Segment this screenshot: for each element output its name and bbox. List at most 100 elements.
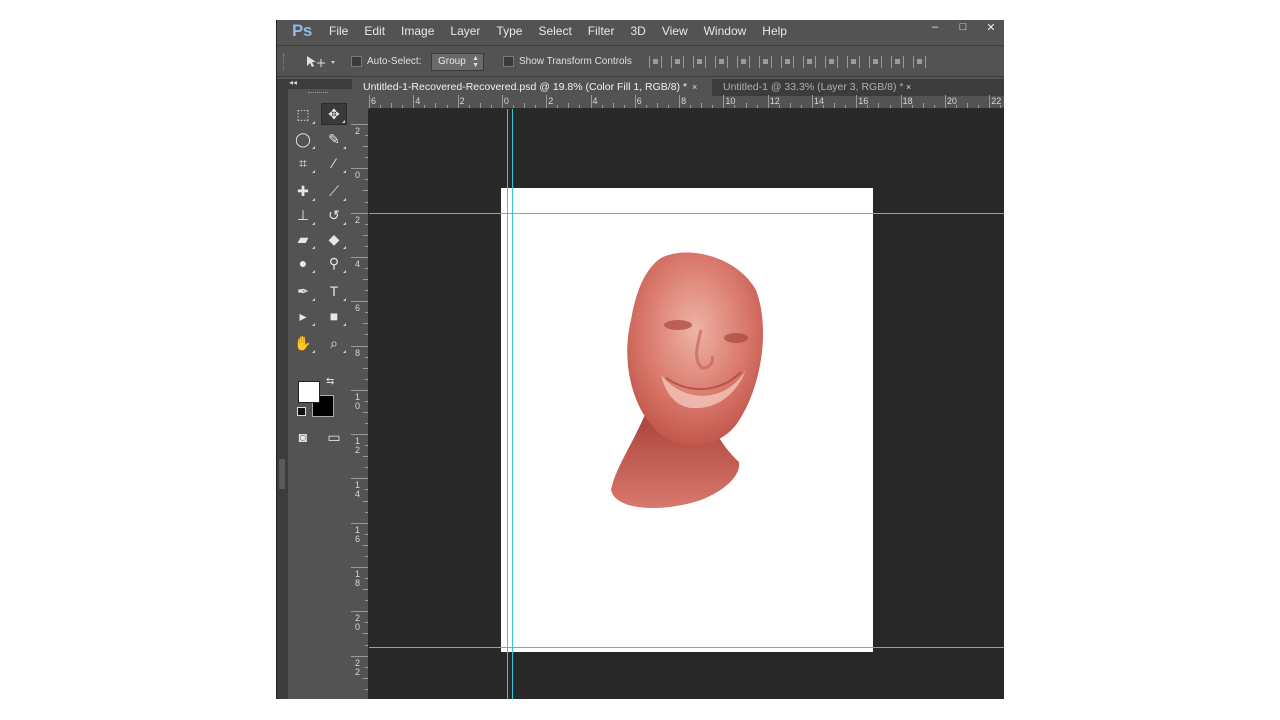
lasso-icon: ◯ <box>295 130 311 147</box>
ruler-major-tick <box>900 95 902 108</box>
rectangular-marquee-tool[interactable]: ⬚ <box>290 103 316 125</box>
ruler-minor-tick <box>365 400 368 402</box>
rail-grip[interactable] <box>279 459 285 489</box>
minimize-icon[interactable]: – <box>921 20 949 34</box>
tool-group-indicator <box>312 270 315 273</box>
ruler-minor-tick <box>365 312 368 314</box>
type-tool[interactable]: T <box>321 280 347 302</box>
align-bottom-icon[interactable] <box>693 56 706 68</box>
guide-horizontal[interactable] <box>369 647 1004 648</box>
crop-tool[interactable]: ⌗ <box>290 152 316 174</box>
path-selection-icon: ▸ <box>299 307 307 324</box>
tool-preset-picker[interactable] <box>305 52 337 72</box>
ruler-minor-tick <box>512 105 514 108</box>
tool-group-indicator <box>343 198 346 201</box>
eraser-tool[interactable]: ▰ <box>290 228 316 250</box>
distribute-left-icon[interactable] <box>847 56 860 68</box>
ruler-minor-tick <box>756 105 758 108</box>
ruler-minor-tick <box>922 103 924 108</box>
blur-tool[interactable]: ● <box>290 252 316 274</box>
menu-file[interactable]: File <box>321 20 356 42</box>
ruler-major-tick <box>351 256 368 258</box>
vertical-ruler[interactable]: 20246810121416182022 <box>351 109 369 699</box>
menu-window[interactable]: Window <box>696 20 755 42</box>
menu-type[interactable]: Type <box>488 20 530 42</box>
distribute-right-icon[interactable] <box>891 56 904 68</box>
menu-view[interactable]: View <box>654 20 696 42</box>
distribute-top-icon[interactable] <box>781 56 794 68</box>
crop-icon: ⌗ <box>299 154 307 171</box>
menu-3d[interactable]: 3D <box>622 20 653 42</box>
path-selection-tool[interactable]: ▸ <box>290 305 316 327</box>
tab-document-recovered[interactable]: Untitled-1-Recovered-Recovered.psd @ 19.… <box>352 79 712 96</box>
foreground-color-swatch[interactable] <box>298 381 320 403</box>
ruler-label: 12 <box>769 96 780 106</box>
horizontal-ruler[interactable]: 6 4 2 0 2 4 6 8 10 12 14 16 18 20 22 <box>369 95 1004 109</box>
menu-layer[interactable]: Layer <box>442 20 488 42</box>
ruler-label: 16 <box>354 524 360 544</box>
canvas-pasteboard[interactable] <box>369 109 1004 699</box>
quick-selection-tool[interactable]: ✎ <box>321 128 347 150</box>
auto-align-layers-icon[interactable] <box>913 56 926 68</box>
guide-vertical[interactable] <box>512 109 513 699</box>
menu-select[interactable]: Select <box>530 20 579 42</box>
toolbox-grip[interactable] <box>308 92 328 94</box>
distribute-vertical-centers-icon[interactable] <box>803 56 816 68</box>
align-left-icon[interactable] <box>715 56 728 68</box>
eyedropper-tool[interactable]: ⁄ <box>321 152 347 174</box>
painted-face-artwork <box>611 252 764 509</box>
close-tab-icon[interactable]: × <box>906 79 911 96</box>
close-tab-icon[interactable]: × <box>692 79 697 96</box>
auto-select-target-dropdown[interactable]: Group ▲ ▼ <box>431 53 484 71</box>
ruler-minor-tick <box>878 103 880 108</box>
options-bar-grip[interactable] <box>283 54 286 70</box>
history-brush-tool[interactable]: ↺ <box>321 204 347 226</box>
spot-healing-brush-tool[interactable]: ✚ <box>290 180 316 202</box>
align-right-icon[interactable] <box>759 56 772 68</box>
guide-vertical[interactable] <box>507 109 508 699</box>
zoom-tool[interactable]: ⌕ <box>321 332 347 354</box>
ruler-origin[interactable] <box>352 96 369 109</box>
lasso-tool[interactable]: ◯ <box>290 128 316 150</box>
align-vertical-centers-icon[interactable] <box>671 56 684 68</box>
ruler-major-tick <box>369 95 370 108</box>
align-top-icon[interactable] <box>649 56 662 68</box>
pen-tool[interactable]: ✒ <box>290 280 316 302</box>
ruler-major-tick <box>501 95 503 108</box>
ruler-major-tick <box>812 95 813 108</box>
rectangle-tool[interactable]: ■ <box>321 305 347 327</box>
menu-help[interactable]: Help <box>754 20 795 42</box>
default-colors-icon[interactable] <box>297 407 306 416</box>
spot-healing-brush-icon: ✚ <box>297 182 309 199</box>
ruler-label: 22 <box>354 657 360 677</box>
move-tool[interactable]: ✥ <box>321 103 347 125</box>
dodge-tool[interactable]: ⚲ <box>321 252 347 274</box>
clone-stamp-tool[interactable]: ⊥ <box>290 204 316 226</box>
distribute-bottom-icon[interactable] <box>825 56 838 68</box>
show-transform-controls-checkbox[interactable] <box>503 56 514 67</box>
ruler-label: 6 <box>354 303 360 314</box>
brush-tool[interactable]: ⟋ <box>321 180 347 202</box>
ruler-minor-tick <box>363 146 368 148</box>
swap-colors-icon[interactable]: ⇆ <box>326 376 334 387</box>
tab-document-untitled[interactable]: Untitled-1 @ 33.3% (Layer 3, RGB/8) * × <box>712 79 912 96</box>
ruler-minor-tick <box>424 105 426 108</box>
collapse-panel-icon[interactable]: ◂◂ <box>289 78 297 87</box>
close-icon[interactable]: ✕ <box>977 20 1004 34</box>
auto-select-checkbox[interactable] <box>351 56 362 67</box>
guide-horizontal[interactable] <box>369 213 1004 214</box>
menu-filter[interactable]: Filter <box>580 20 623 42</box>
menu-edit[interactable]: Edit <box>356 20 393 42</box>
paint-bucket-tool[interactable]: ◆ <box>321 228 347 250</box>
document-canvas[interactable] <box>501 188 873 652</box>
menu-image[interactable]: Image <box>393 20 442 42</box>
ruler-major-tick <box>351 655 368 657</box>
align-horizontal-centers-icon[interactable] <box>737 56 750 68</box>
screen-mode[interactable]: ▭ <box>321 426 347 448</box>
distribute-horizontal-centers-icon[interactable] <box>869 56 882 68</box>
maximize-icon[interactable]: □ <box>949 20 977 34</box>
clone-stamp-icon: ⊥ <box>296 206 310 223</box>
quick-mask-mode[interactable]: ◙ <box>290 426 316 448</box>
ruler-minor-tick <box>365 201 368 203</box>
hand-tool[interactable]: ✋ <box>290 332 316 354</box>
